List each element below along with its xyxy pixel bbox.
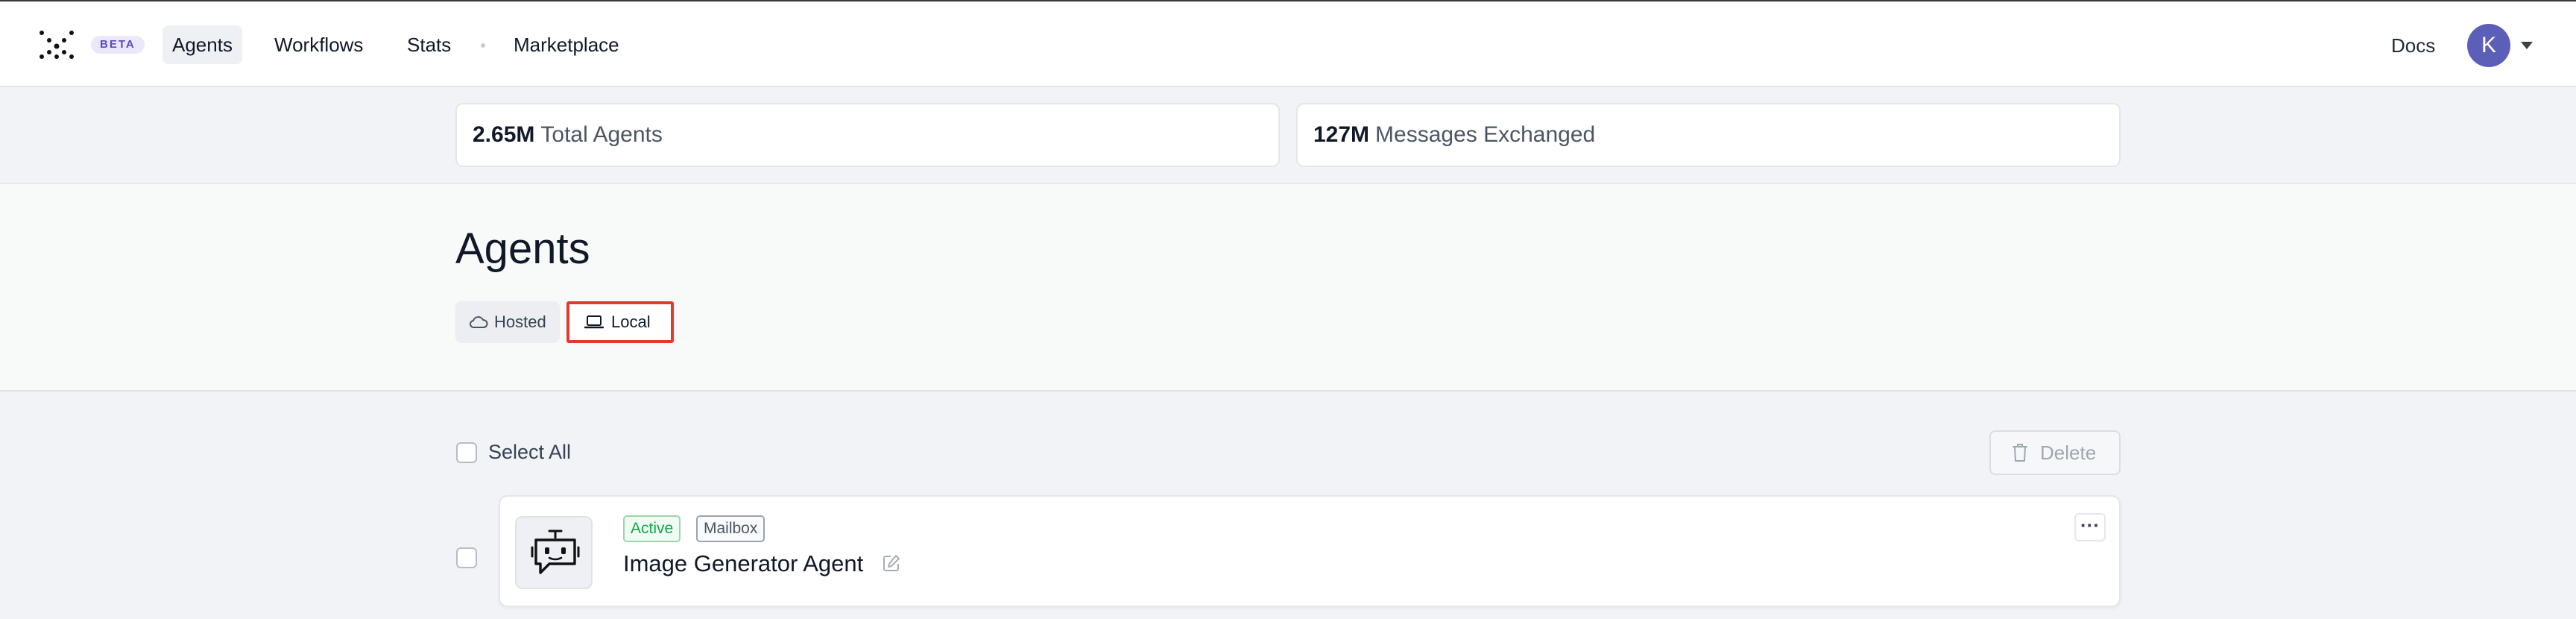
beta-badge: BETA [91, 36, 145, 54]
stat-label: Messages Exchanged [1375, 122, 1596, 147]
stat-value: 2.65M [473, 122, 535, 147]
nav-separator-dot [481, 43, 485, 48]
trash-icon [2012, 444, 2027, 462]
select-all-label[interactable]: Select All [488, 441, 571, 464]
docs-link[interactable]: Docs [2391, 34, 2435, 57]
stat-label: Total Agents [540, 122, 663, 147]
status-badge-active: Active [623, 515, 681, 542]
status-badge-mailbox: Mailbox [696, 515, 765, 542]
stat-card-messages: 127M Messages Exchanged [1296, 103, 2121, 167]
stat-card-total-agents: 2.65M Total Agents [455, 103, 1280, 167]
agent-card[interactable]: Active Mailbox Image Generator Agent ··· [499, 495, 2121, 607]
more-options-button[interactable]: ··· [2074, 513, 2106, 541]
logo-icon[interactable] [39, 30, 75, 60]
stat-value: 127M [1313, 122, 1370, 147]
nav-item-agents[interactable]: Agents [162, 25, 242, 64]
tab-hosted[interactable]: Hosted [455, 301, 560, 343]
agent-name[interactable]: Image Generator Agent [623, 550, 863, 577]
tab-local[interactable]: Local [566, 301, 674, 343]
agent-row-checkbox[interactable] [456, 547, 477, 568]
page-title: Agents [455, 224, 590, 273]
nav-item-workflows[interactable]: Workflows [265, 25, 373, 64]
cloud-icon [469, 316, 488, 328]
tab-label: Local [611, 312, 651, 331]
top-navbar: BETA Agents Workflows Stats Marketplace … [0, 0, 2576, 87]
nav-item-stats[interactable]: Stats [397, 25, 461, 64]
edit-icon[interactable] [882, 553, 901, 573]
laptop-icon [584, 315, 604, 329]
tab-label: Hosted [494, 312, 546, 331]
delete-button[interactable]: Delete [1989, 430, 2121, 475]
agent-avatar [515, 516, 593, 589]
delete-label: Delete [2040, 442, 2097, 464]
robot-chat-icon [531, 530, 580, 574]
page-header-band [0, 183, 2576, 392]
chevron-down-icon[interactable] [2521, 42, 2533, 49]
select-all-checkbox[interactable] [456, 442, 477, 463]
avatar[interactable]: K [2467, 24, 2510, 67]
nav-item-marketplace[interactable]: Marketplace [504, 25, 629, 64]
